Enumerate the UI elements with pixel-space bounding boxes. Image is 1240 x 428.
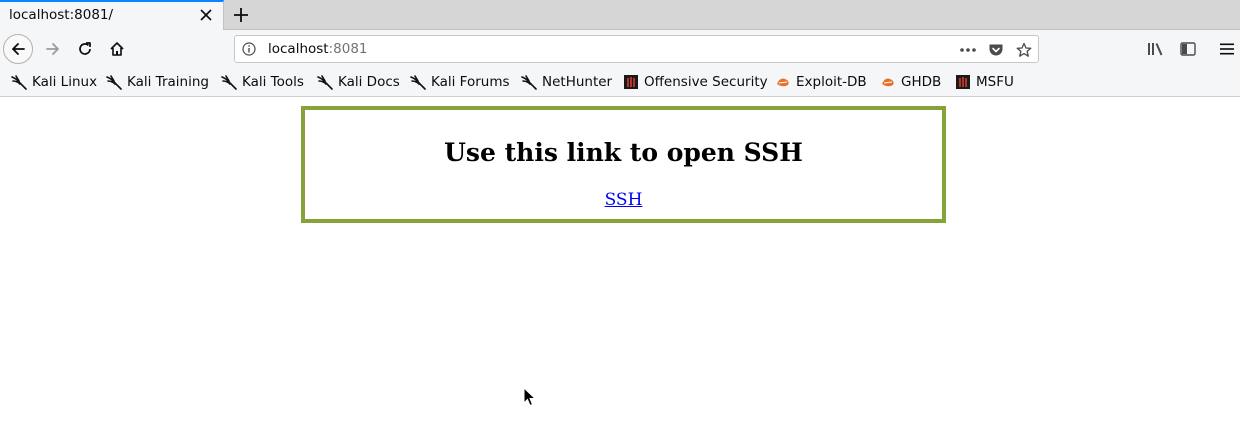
forward-arrow-icon	[46, 43, 59, 55]
back-arrow-icon	[12, 43, 25, 55]
bookmark-label: Kali Tools	[242, 74, 304, 90]
page-actions-button[interactable]	[957, 39, 979, 61]
forward-button[interactable]	[39, 35, 67, 63]
ssh-link[interactable]: SSH	[305, 190, 942, 210]
close-tab-button[interactable]	[196, 5, 216, 25]
bookmark-label: Kali Training	[127, 74, 209, 90]
pocket-icon	[989, 44, 1003, 56]
info-icon	[242, 42, 256, 56]
bookmark-kali-training[interactable]: Kali Training	[106, 73, 209, 91]
bookmark-star-button[interactable]	[1013, 39, 1035, 61]
page-heading: Use this link to open SSH	[444, 138, 803, 167]
bookmark-ghdb[interactable]: GHDB	[880, 73, 941, 91]
navigation-toolbar: localhost:8081	[0, 30, 1240, 68]
exploitdb-icon	[777, 78, 789, 87]
bookmarks-toolbar: Kali Linux Kali Training Kali Tools Kali…	[0, 68, 1240, 97]
bookmark-nethunter[interactable]: NetHunter	[521, 73, 612, 91]
tab-strip: localhost:8081/	[0, 0, 1240, 30]
bookmark-label: GHDB	[901, 74, 942, 90]
bookmark-offensive-security[interactable]: Offensive Security	[623, 73, 768, 91]
bookmark-label: Kali Docs	[338, 74, 400, 90]
plus-icon	[234, 8, 248, 22]
reload-icon	[79, 42, 91, 55]
reload-button[interactable]	[71, 35, 99, 63]
bookmark-label: MSFU	[976, 74, 1014, 90]
more-dots-icon	[960, 48, 976, 52]
bookmark-label: Kali Forums	[431, 74, 510, 90]
site-info-button[interactable]	[241, 41, 257, 57]
sidebar-toggle-button[interactable]	[1174, 35, 1202, 63]
home-icon	[110, 42, 124, 56]
bookmark-kali-docs[interactable]: Kali Docs	[317, 73, 400, 91]
close-icon	[200, 9, 212, 21]
kali-dragon-icon	[317, 75, 333, 90]
pocket-button[interactable]	[985, 39, 1007, 61]
kali-dragon-icon	[221, 75, 237, 90]
tab-active[interactable]: localhost:8081/	[0, 0, 224, 30]
home-button[interactable]	[103, 35, 131, 63]
bookmark-label: Kali Linux	[32, 74, 98, 90]
back-button[interactable]	[3, 34, 33, 64]
library-button[interactable]	[1142, 35, 1170, 63]
kali-dragon-icon	[410, 75, 426, 90]
star-icon	[1016, 42, 1032, 57]
kali-dragon-icon	[521, 75, 537, 90]
url-port: :8081	[328, 41, 368, 57]
exploitdb-icon	[882, 78, 894, 87]
kali-dragon-icon	[106, 75, 122, 90]
bookmark-kali-linux[interactable]: Kali Linux	[11, 73, 97, 91]
tab-title: localhost:8081/	[9, 7, 114, 23]
content-card: Use this link to open SSH SSH	[301, 106, 946, 223]
sidebar-icon	[1180, 42, 1196, 56]
offsec-icon	[624, 75, 638, 89]
url-host: localhost	[268, 41, 329, 57]
bookmark-msfu[interactable]: MSFU	[955, 73, 1014, 91]
bookmark-label: Exploit-DB	[796, 74, 867, 90]
mouse-cursor-icon	[523, 387, 537, 407]
hamburger-menu-icon	[1220, 43, 1234, 55]
bookmark-kali-tools[interactable]: Kali Tools	[221, 73, 304, 91]
address-bar[interactable]: localhost:8081	[234, 35, 1039, 63]
bookmark-label: Offensive Security	[644, 74, 768, 90]
new-tab-button[interactable]	[230, 4, 252, 26]
offsec-icon	[956, 75, 970, 89]
bookmark-exploit-db[interactable]: Exploit-DB	[775, 73, 867, 91]
bookmark-label: NetHunter	[542, 74, 613, 90]
kali-dragon-icon	[11, 75, 27, 90]
url-text[interactable]: localhost:8081	[268, 41, 368, 57]
bookmark-kali-forums[interactable]: Kali Forums	[410, 73, 510, 91]
menu-button[interactable]	[1213, 35, 1240, 63]
library-icon	[1148, 43, 1163, 56]
